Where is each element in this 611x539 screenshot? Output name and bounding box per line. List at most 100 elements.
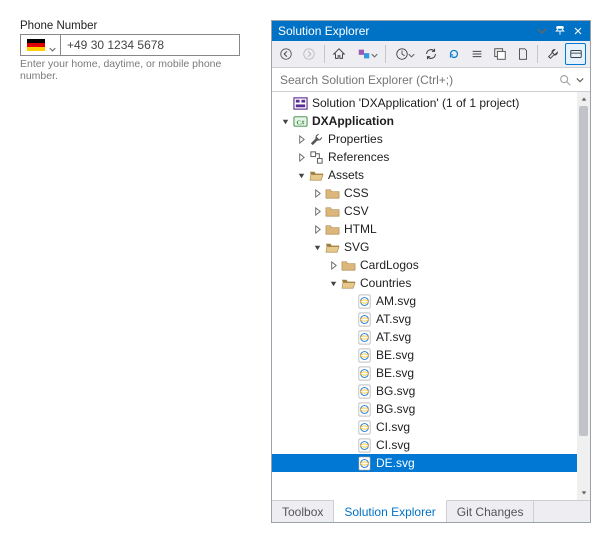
scrollbar[interactable] <box>577 92 590 500</box>
svgfile-icon <box>356 329 372 345</box>
solution-explorer-panel: Solution Explorer Solution 'DXApplicatio… <box>271 20 591 523</box>
panel-pin-button[interactable] <box>552 23 568 39</box>
nav-forward-button[interactable] <box>299 43 320 65</box>
scroll-down-button[interactable] <box>577 486 590 500</box>
tree-row[interactable]: HTML <box>272 220 590 238</box>
tree-item-label: BE.svg <box>376 366 414 380</box>
tree-row[interactable]: AM.svg <box>272 292 590 310</box>
tree-row[interactable]: BG.svg <box>272 382 590 400</box>
solution-icon <box>292 95 308 111</box>
toolbar-separator <box>385 45 386 63</box>
tree-row[interactable]: Countries <box>272 274 590 292</box>
panel-tabs: ToolboxSolution ExplorerGit Changes <box>272 500 590 522</box>
tree-item-label: CardLogos <box>360 258 419 272</box>
expand-collapse-icon[interactable] <box>278 117 292 126</box>
toolbar-separator <box>537 45 538 63</box>
tree-item-label: DXApplication <box>312 114 394 128</box>
expand-collapse-icon[interactable] <box>294 171 308 180</box>
tree-row[interactable]: SVG <box>272 238 590 256</box>
svgfile-icon <box>356 365 372 381</box>
expand-collapse-icon[interactable] <box>310 225 324 234</box>
tree-row[interactable]: CSV <box>272 202 590 220</box>
expand-collapse-icon[interactable] <box>310 243 324 252</box>
tree-row[interactable]: DXApplication <box>272 112 590 130</box>
svgfile-icon <box>356 383 372 399</box>
collapse-all-button[interactable] <box>466 43 487 65</box>
tree-row[interactable]: CI.svg <box>272 418 590 436</box>
flag-de-icon <box>27 39 45 51</box>
tree-item-label: Countries <box>360 276 411 290</box>
tree-item-label: SVG <box>344 240 369 254</box>
tree-item-label: Assets <box>328 168 364 182</box>
expand-collapse-icon[interactable] <box>326 279 340 288</box>
tree-row[interactable]: Properties <box>272 130 590 148</box>
panel-menu-button[interactable] <box>534 23 550 39</box>
tree-row[interactable]: References <box>272 148 590 166</box>
panel-tab[interactable]: Git Changes <box>447 501 535 522</box>
home-button[interactable] <box>329 43 350 65</box>
expand-collapse-icon[interactable] <box>326 261 340 270</box>
folder-icon <box>340 257 356 273</box>
tree-item-label: CI.svg <box>376 420 410 434</box>
scroll-track[interactable] <box>577 106 590 486</box>
tree-item-label: Solution 'DXApplication' (1 of 1 project… <box>312 96 519 110</box>
tree-item-label: BE.svg <box>376 348 414 362</box>
nav-back-button[interactable] <box>276 43 297 65</box>
tree-row[interactable]: CSS <box>272 184 590 202</box>
refs-icon <box>308 149 324 165</box>
svgfile-icon <box>356 401 372 417</box>
show-all-files-button[interactable] <box>489 43 510 65</box>
tree-row[interactable]: Assets <box>272 166 590 184</box>
folder-open-icon <box>340 275 356 291</box>
tree-item-label: CSV <box>344 204 369 218</box>
scroll-thumb[interactable] <box>579 106 588 436</box>
svgfile-icon <box>356 347 372 363</box>
tree-item-label: AT.svg <box>376 330 411 344</box>
expand-collapse-icon[interactable] <box>294 135 308 144</box>
tree-row[interactable]: CardLogos <box>272 256 590 274</box>
tree-item-label: References <box>328 150 389 164</box>
folder-icon <box>324 221 340 237</box>
wrench-icon <box>308 131 324 147</box>
tree-row[interactable]: BG.svg <box>272 400 590 418</box>
phone-label: Phone Number <box>20 20 240 32</box>
search-input[interactable] <box>278 72 558 88</box>
tree-row[interactable]: AT.svg <box>272 328 590 346</box>
refresh-button[interactable] <box>443 43 464 65</box>
tree-row[interactable]: Solution 'DXApplication' (1 of 1 project… <box>272 94 590 112</box>
search-options-icon[interactable] <box>576 73 584 87</box>
toolbar <box>272 41 590 68</box>
svgfile-icon <box>356 293 372 309</box>
chevron-down-icon <box>49 42 56 49</box>
panel-close-button[interactable] <box>570 23 586 39</box>
svgfile-icon <box>356 437 372 453</box>
tree-item-label: DE.svg <box>376 456 415 470</box>
tree-row[interactable]: BE.svg <box>272 364 590 382</box>
view-file-button[interactable] <box>512 43 533 65</box>
panel-titlebar: Solution Explorer <box>272 21 590 41</box>
country-select[interactable] <box>21 35 61 55</box>
tree-row[interactable]: BE.svg <box>272 346 590 364</box>
panel-tab[interactable]: Solution Explorer <box>334 500 446 522</box>
tree-item-label: CSS <box>344 186 369 200</box>
folder-open-icon <box>324 239 340 255</box>
sync-button[interactable] <box>420 43 441 65</box>
expand-collapse-icon[interactable] <box>310 207 324 216</box>
switch-views-button[interactable] <box>352 43 381 65</box>
panel-tab[interactable]: Toolbox <box>272 501 334 522</box>
expand-collapse-icon[interactable] <box>294 153 308 162</box>
tree-item-label: BG.svg <box>376 384 415 398</box>
tree-item-label: AT.svg <box>376 312 411 326</box>
properties-button[interactable] <box>542 43 563 65</box>
tree-row[interactable]: DE.svg <box>272 454 590 472</box>
phone-input[interactable] <box>61 35 239 55</box>
expand-collapse-icon[interactable] <box>310 189 324 198</box>
tree-row[interactable]: AT.svg <box>272 310 590 328</box>
tree-row[interactable]: CI.svg <box>272 436 590 454</box>
pending-changes-button[interactable] <box>390 43 419 65</box>
search-row <box>272 68 590 92</box>
scroll-up-button[interactable] <box>577 92 590 106</box>
csproj-icon <box>292 113 308 129</box>
preview-selected-button[interactable] <box>565 43 586 65</box>
toolbar-separator <box>324 45 325 63</box>
